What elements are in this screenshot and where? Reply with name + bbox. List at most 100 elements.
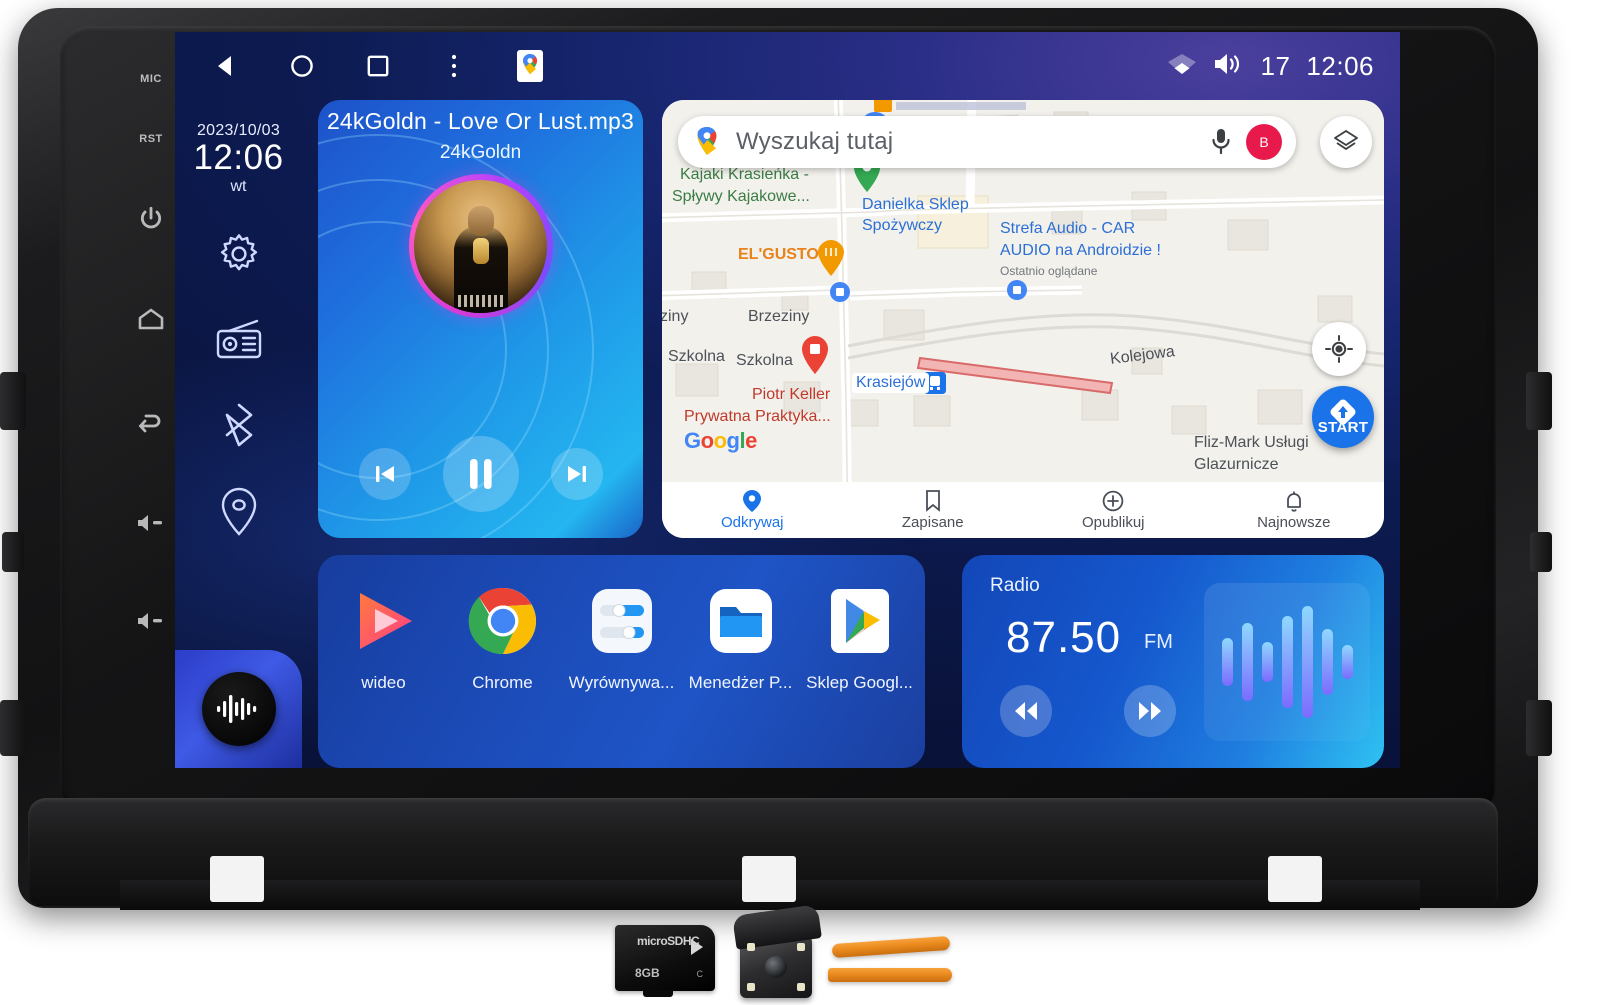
- album-art-ring: [408, 174, 553, 318]
- next-track-button[interactable]: [550, 448, 603, 500]
- camera-led: [747, 983, 755, 991]
- app-equalizer[interactable]: Wyrównywa...: [564, 583, 679, 693]
- side-clip: [2, 532, 24, 572]
- previous-track-button[interactable]: [358, 448, 411, 500]
- volume-down-icon: [138, 613, 162, 629]
- equalizer-visual: [1204, 583, 1370, 741]
- music-player-card[interactable]: 24kGoldn - Love Or Lust.mp3 24kGoldn: [318, 100, 643, 538]
- reset-hardware-button[interactable]: RST: [129, 108, 173, 170]
- rewind-icon: [1015, 702, 1037, 720]
- pry-tool: [831, 935, 951, 959]
- microphone-icon[interactable]: [1210, 127, 1232, 157]
- app-label: Sklep Googl...: [806, 673, 913, 692]
- app-chrome[interactable]: Chrome: [445, 583, 560, 693]
- status-clock: 12:06: [1306, 50, 1374, 81]
- side-clip: [1526, 700, 1552, 756]
- album-art: [414, 179, 547, 313]
- start-navigation-button[interactable]: START: [1312, 386, 1374, 448]
- product-photo: MIC RST 17 12:06 2023/10/03 12:06 wt 24k…: [0, 0, 1597, 1005]
- pry-tool: [828, 968, 952, 982]
- back-hardware-button[interactable]: [129, 370, 173, 474]
- power-icon: [140, 206, 162, 229]
- back-icon[interactable]: [211, 51, 241, 81]
- volume-up-hardware-button[interactable]: [129, 474, 173, 572]
- account-avatar[interactable]: B: [1246, 124, 1282, 160]
- app-wideo[interactable]: wideo: [326, 583, 441, 693]
- status-bar: 17 12:06: [175, 32, 1400, 100]
- mount-tab: [1268, 856, 1322, 902]
- voice-assistant-icon[interactable]: [201, 672, 276, 746]
- microsd-card: microSDHC 8GB C: [615, 925, 715, 997]
- mic-hardware-button[interactable]: MIC: [129, 50, 173, 108]
- app-file-manager[interactable]: Menedżer P...: [683, 583, 798, 693]
- dock-weekday: wt: [230, 177, 247, 195]
- reset-button-label: RST: [139, 133, 163, 145]
- plus-circle-icon: [1102, 490, 1124, 511]
- music-controls: [318, 436, 643, 512]
- camera-led: [797, 983, 805, 991]
- app-play-store[interactable]: Sklep Googl...: [802, 583, 917, 693]
- mic-button-label: MIC: [140, 73, 162, 85]
- map-nav-label: Zapisane: [901, 513, 964, 531]
- video-player-icon: [346, 583, 422, 659]
- status-indicators: 17 12:06: [1167, 51, 1375, 82]
- bluetooth-icon[interactable]: [211, 398, 267, 454]
- map-nav-saved[interactable]: Zapisane: [843, 489, 1024, 531]
- google-maps-pin-icon: [697, 127, 717, 155]
- rear-camera: [732, 904, 822, 998]
- sd-card-foot: [643, 990, 673, 997]
- touchscreen[interactable]: 17 12:06 2023/10/03 12:06 wt 24kGoldn - …: [175, 32, 1400, 768]
- map-bottom-nav: Odkrywaj Zapisane Opublikuj Najnowsze: [662, 482, 1384, 538]
- radio-band: FM: [1144, 631, 1173, 653]
- left-dock: 2023/10/03 12:06 wt: [175, 100, 302, 768]
- sd-card-class: C: [696, 969, 704, 979]
- radio-icon[interactable]: [211, 312, 267, 368]
- radio-forward-button[interactable]: [1124, 685, 1176, 737]
- voice-assistant-panel: [175, 650, 302, 768]
- map-nav-updates[interactable]: Najnowsze: [1204, 490, 1385, 531]
- radio-controls: [1000, 685, 1176, 737]
- layers-icon[interactable]: [1320, 116, 1372, 168]
- volume-level: 17: [1260, 50, 1291, 81]
- side-clip: [0, 700, 26, 756]
- power-hardware-button[interactable]: [129, 170, 173, 266]
- chrome-icon: [465, 583, 541, 659]
- app-label: wideo: [361, 673, 406, 692]
- map-card[interactable]: Kajaki Krasieńka - Spływy Kajakowe... Da…: [662, 100, 1384, 538]
- volume-up-icon: [138, 515, 162, 531]
- volume-icon: [1213, 52, 1245, 81]
- settings-icon[interactable]: [211, 226, 267, 282]
- fast-forward-icon: [1139, 702, 1161, 720]
- map-search-bar[interactable]: Wyszukaj tutaj B: [678, 116, 1296, 168]
- google-maps-icon[interactable]: [515, 50, 545, 82]
- sd-card-capacity: 8GB: [635, 966, 660, 980]
- radio-rewind-button[interactable]: [1000, 685, 1052, 737]
- pause-button[interactable]: [442, 436, 519, 512]
- overflow-menu-icon[interactable]: [439, 51, 469, 81]
- back-arrow-icon: [138, 414, 161, 433]
- home-icon[interactable]: [287, 51, 317, 81]
- home-icon: [138, 308, 164, 330]
- location-icon[interactable]: [211, 484, 267, 540]
- map-nav-explore[interactable]: Odkrywaj: [662, 489, 843, 531]
- app-label: Wyrównywa...: [568, 673, 675, 692]
- album-art-text: [457, 294, 504, 307]
- volume-down-hardware-button[interactable]: [129, 572, 173, 670]
- camera-lens: [765, 956, 787, 978]
- my-location-icon[interactable]: [1312, 322, 1366, 376]
- wifi-icon: [1167, 52, 1197, 81]
- album-art-head: [467, 205, 494, 236]
- home-hardware-button[interactable]: [129, 266, 173, 370]
- recents-icon[interactable]: [363, 51, 393, 81]
- map-nav-label: Opublikuj: [1081, 513, 1145, 531]
- google-watermark: Google: [684, 428, 757, 453]
- camera-led: [747, 943, 755, 951]
- mount-tab: [210, 856, 264, 902]
- play-store-icon: [822, 583, 898, 659]
- equalizer-icon: [584, 583, 660, 659]
- map-nav-label: Najnowsze: [1257, 513, 1331, 531]
- app-label: Chrome: [472, 673, 533, 692]
- map-nav-contribute[interactable]: Opublikuj: [1023, 490, 1204, 531]
- app-row: wideo Chrome Wyrównywa... Menedżer P... …: [318, 555, 925, 768]
- radio-card[interactable]: Radio 87.50 FM: [962, 555, 1384, 768]
